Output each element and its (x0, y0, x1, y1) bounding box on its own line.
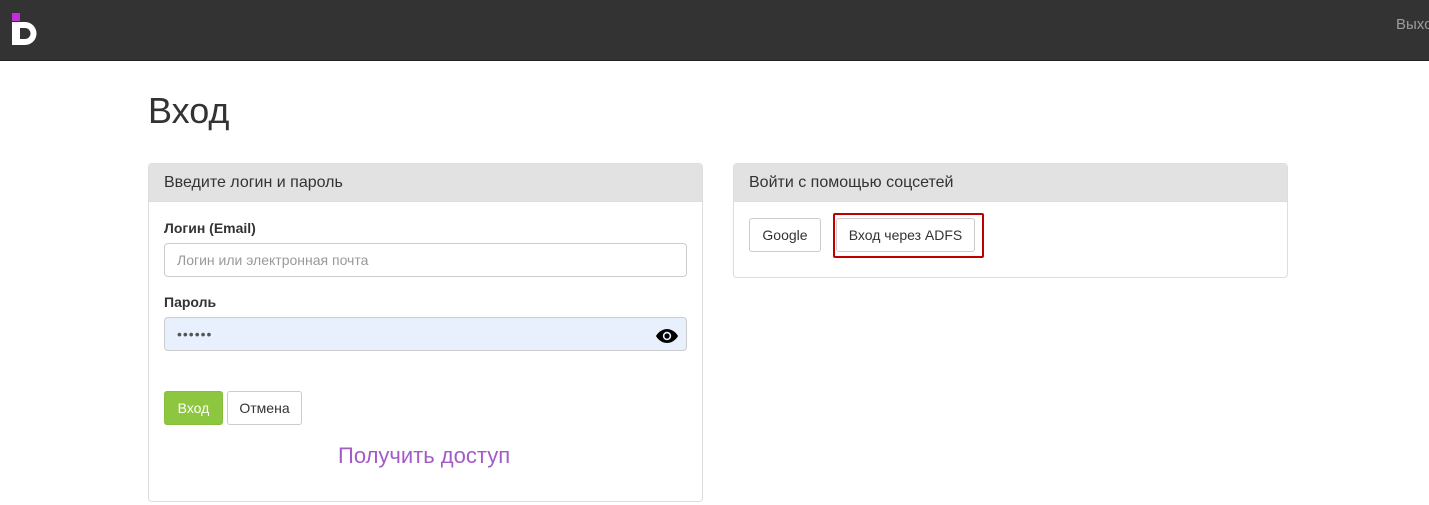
cancel-button[interactable]: Отмена (227, 391, 302, 425)
login-input[interactable] (164, 243, 687, 277)
eye-icon[interactable] (656, 329, 678, 343)
password-label: Пароль (164, 294, 217, 310)
brand-logo-icon[interactable] (12, 13, 44, 45)
top-navbar: Выход (0, 0, 1429, 61)
login-label: Логин (Email) (164, 220, 256, 236)
request-access-link[interactable]: Получить доступ (338, 443, 510, 469)
page-title: Вход (148, 90, 230, 131)
google-login-button[interactable]: Google (749, 218, 821, 252)
submit-button[interactable]: Вход (164, 391, 223, 425)
password-input[interactable] (164, 317, 687, 351)
logout-link[interactable]: Выход (1396, 16, 1429, 33)
adfs-highlight-box (833, 213, 984, 258)
login-panel-heading: Введите логин и пароль (149, 164, 702, 202)
social-panel-heading: Войти с помощью соцсетей (734, 164, 1287, 202)
